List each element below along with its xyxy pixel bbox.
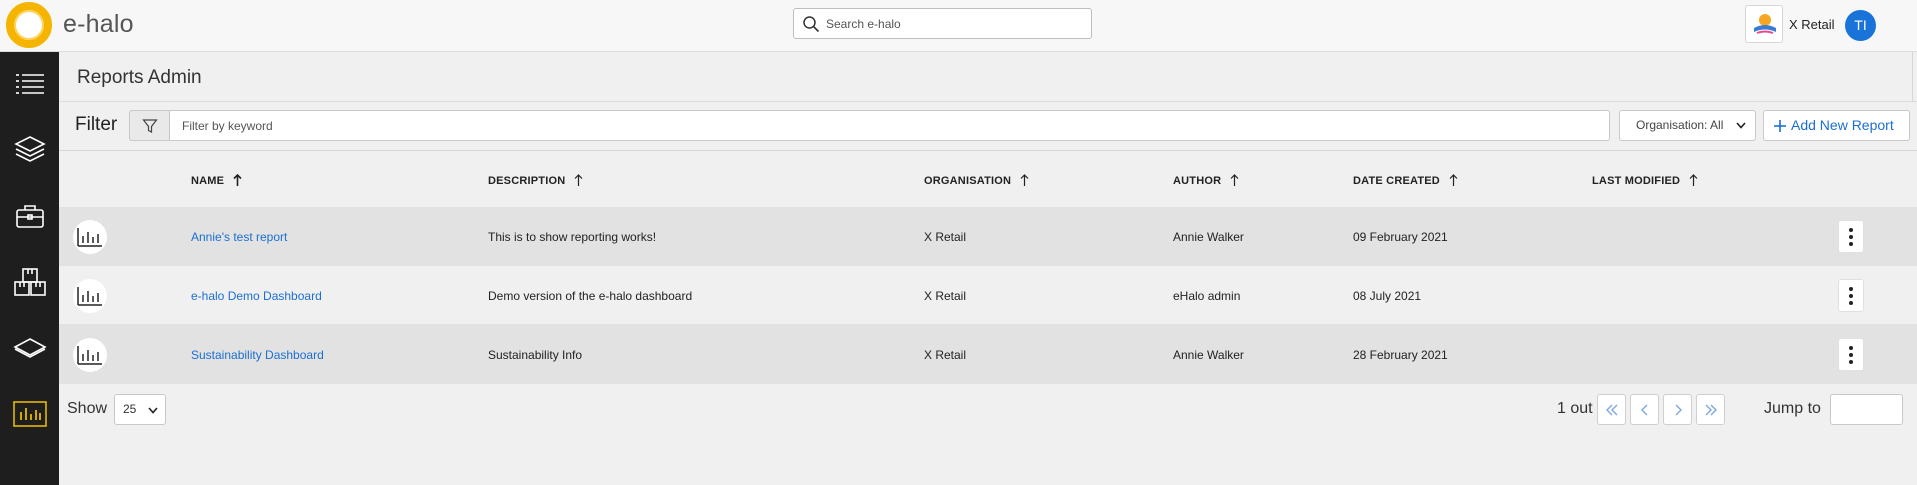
report-author: eHalo admin [1173, 289, 1241, 303]
report-chart-icon [73, 338, 107, 372]
app-logo-text[interactable]: e-halo [63, 10, 134, 39]
table-row[interactable]: Sustainability Dashboard Sustainability … [59, 325, 1917, 384]
sidebar [0, 52, 59, 485]
column-header-author[interactable]: AUTHOR [1173, 174, 1239, 187]
row-actions-menu-button[interactable] [1838, 279, 1864, 312]
title-divider [59, 101, 1917, 102]
sort-arrow-up-icon[interactable] [574, 174, 583, 187]
report-chart-icon [73, 279, 107, 313]
column-header-name[interactable]: NAME [191, 174, 242, 187]
list-icon [15, 74, 44, 94]
sidebar-item-list[interactable] [0, 60, 59, 108]
reports-icon [12, 401, 47, 427]
add-new-report-label: Add New Report [1791, 117, 1894, 133]
report-description: Sustainability Info [488, 348, 583, 362]
report-organisation: X Retail [924, 348, 967, 362]
organisation-logo[interactable] [1745, 5, 1783, 43]
show-label: Show [67, 400, 108, 417]
sidebar-item-boxes[interactable] [0, 258, 59, 306]
plus-icon [1774, 120, 1786, 132]
double-chevron-right-icon [1705, 404, 1717, 415]
page-size-select[interactable]: 25 [114, 394, 166, 425]
chevron-right-icon [1675, 404, 1682, 415]
report-name-link[interactable]: Annie's test report [191, 230, 287, 244]
search-icon [803, 16, 820, 33]
previous-page-button[interactable] [1630, 394, 1659, 425]
layers-icon [13, 136, 46, 162]
filter-button[interactable] [129, 110, 169, 141]
sidebar-item-layers[interactable] [0, 126, 59, 174]
page-title: Reports Admin [77, 67, 202, 88]
top-bar: e-halo X Retail TI [0, 0, 1917, 52]
title-divider-vertical [1912, 52, 1913, 102]
jump-to-label: Jump to [1764, 400, 1821, 417]
report-name-link[interactable]: e-halo Demo Dashboard [191, 289, 322, 303]
column-header-last-modified[interactable]: LAST MODIFIED [1592, 174, 1698, 187]
organisation-logo-icon [1754, 14, 1776, 34]
page-size-value: 25 [123, 402, 137, 416]
table-header: NAME DESCRIPTION ORGANISATION AUTHOR DAT… [59, 150, 1917, 207]
report-chart-icon [73, 220, 107, 254]
row-actions-menu-button[interactable] [1838, 338, 1864, 371]
sort-arrow-up-icon[interactable] [1020, 174, 1029, 187]
column-header-description[interactable]: DESCRIPTION [488, 174, 583, 187]
chevron-down-icon [148, 407, 158, 414]
filter-label: Filter [75, 114, 118, 135]
report-organisation: X Retail [924, 289, 967, 303]
sort-arrow-up-icon[interactable] [1449, 174, 1458, 187]
main-content: Reports Admin Filter Organisation: All A… [59, 52, 1917, 485]
report-author: Annie Walker [1173, 348, 1244, 362]
report-organisation: X Retail [924, 230, 967, 244]
column-header-date-created[interactable]: DATE CREATED [1353, 174, 1458, 187]
sort-arrow-up-icon[interactable] [1689, 174, 1698, 187]
filter-input[interactable] [169, 110, 1610, 141]
chevron-down-icon [1736, 122, 1746, 129]
table-row[interactable]: Annie's test report This is to show repo… [59, 207, 1917, 266]
sort-arrow-up-icon[interactable] [1230, 174, 1239, 187]
table-row[interactable]: e-halo Demo Dashboard Demo version of th… [59, 266, 1917, 325]
double-chevron-left-icon [1605, 404, 1617, 415]
next-page-button[interactable] [1663, 394, 1692, 425]
jump-to-input[interactable] [1830, 394, 1903, 425]
last-page-button[interactable] [1696, 394, 1725, 425]
row-actions-menu-button[interactable] [1838, 220, 1864, 253]
sidebar-item-briefcase[interactable] [0, 192, 59, 240]
organisation-name[interactable]: X Retail [1789, 17, 1835, 32]
report-description: This is to show reporting works! [488, 230, 657, 244]
add-new-report-button[interactable]: Add New Report [1763, 110, 1910, 141]
briefcase-icon [15, 205, 44, 228]
report-date-created: 28 February 2021 [1353, 348, 1448, 362]
sort-arrow-up-icon[interactable] [233, 174, 242, 187]
column-header-organisation[interactable]: ORGANISATION [924, 174, 1029, 187]
user-avatar[interactable]: TI [1845, 10, 1876, 41]
report-date-created: 08 July 2021 [1353, 289, 1422, 303]
search-input[interactable] [826, 13, 1086, 35]
search-box[interactable] [793, 8, 1092, 39]
chevron-left-icon [1640, 404, 1647, 415]
boxes-icon [13, 268, 46, 296]
report-name-link[interactable]: Sustainability Dashboard [191, 348, 324, 362]
sidebar-item-reports[interactable] [0, 390, 59, 438]
organisation-select[interactable]: Organisation: All [1619, 110, 1756, 141]
organisation-select-value: Organisation: All [1636, 118, 1724, 132]
report-author: Annie Walker [1173, 230, 1244, 244]
stack-icon [12, 338, 47, 358]
first-page-button[interactable] [1597, 394, 1626, 425]
sidebar-item-stack[interactable] [0, 324, 59, 372]
report-date-created: 09 February 2021 [1353, 230, 1448, 244]
funnel-icon [141, 118, 158, 133]
report-description: Demo version of the e-halo dashboard [488, 289, 693, 303]
e-halo-logo-icon[interactable] [6, 2, 52, 48]
